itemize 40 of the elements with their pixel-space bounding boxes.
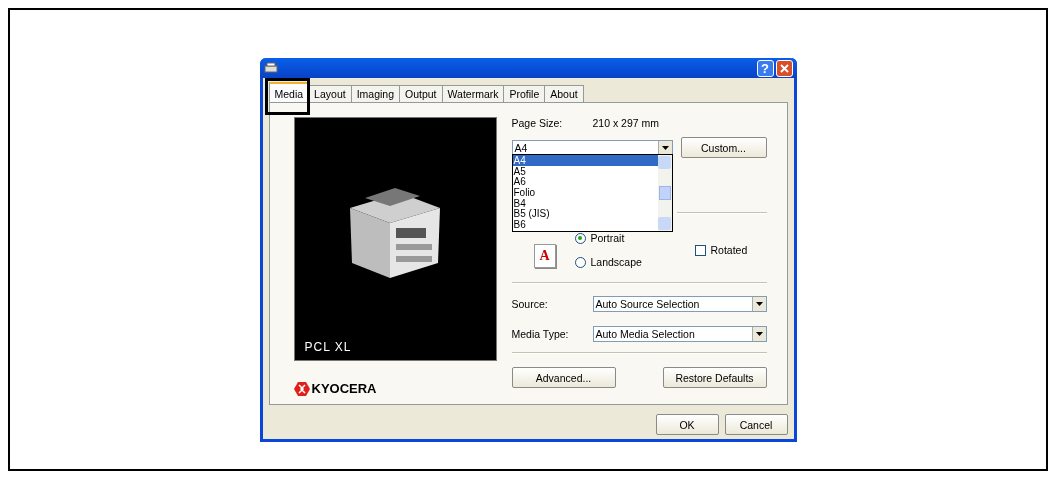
tab[interactable]: Profile — [503, 85, 546, 102]
page-dimensions: 210 x 297 mm — [592, 117, 660, 129]
radio-button[interactable] — [574, 256, 586, 268]
tab[interactable]: About — [544, 85, 584, 102]
tab[interactable]: Layout — [308, 85, 352, 102]
source-dropdown[interactable]: Auto Source Selection — [592, 296, 767, 312]
radio-button[interactable] — [574, 232, 586, 244]
logo-icon — [293, 381, 310, 396]
restore-defaults-button[interactable]: Restore Defaults — [662, 367, 767, 388]
tab[interactable]: Imaging — [350, 85, 400, 102]
radio-label: Landscape — [590, 256, 642, 268]
tab[interactable]: Watermark — [441, 85, 505, 102]
checkbox-label: Rotated — [710, 244, 748, 256]
logo-text: KYOCERA — [311, 381, 377, 396]
field-label: Media Type: — [511, 328, 570, 340]
advanced-button[interactable]: Advanced... — [511, 367, 616, 388]
caret-icon — [755, 302, 763, 306]
tab[interactable]: Output — [399, 85, 443, 102]
custom-button[interactable]: Custom... — [680, 137, 767, 158]
orientation-icon: A — [533, 244, 556, 268]
callout-frame — [264, 78, 310, 115]
field-label: Source: — [511, 298, 549, 310]
checkbox[interactable] — [694, 244, 706, 256]
list-option[interactable]: A4 — [512, 155, 658, 166]
field-label: Page Size: — [511, 117, 564, 129]
cancel-button[interactable]: Cancel — [724, 414, 788, 435]
radio-option[interactable]: Portrait — [574, 232, 695, 244]
media-type-dropdown[interactable]: Auto Media Selection — [592, 326, 767, 342]
close-button[interactable] — [775, 59, 793, 77]
printer-icon — [263, 62, 278, 74]
caret-icon — [661, 145, 669, 150]
ok-button[interactable]: OK — [655, 414, 719, 435]
help-button[interactable]: ? — [756, 59, 774, 77]
radio-label: Portrait — [590, 232, 625, 244]
radio-option[interactable]: Landscape — [574, 256, 695, 268]
preview-caption: PCL XL — [304, 340, 352, 354]
close-icon — [779, 63, 789, 73]
tab[interactable]: Media — [268, 82, 310, 102]
page-size-dropdown[interactable]: A4 — [511, 139, 673, 156]
caret-icon — [755, 332, 763, 336]
